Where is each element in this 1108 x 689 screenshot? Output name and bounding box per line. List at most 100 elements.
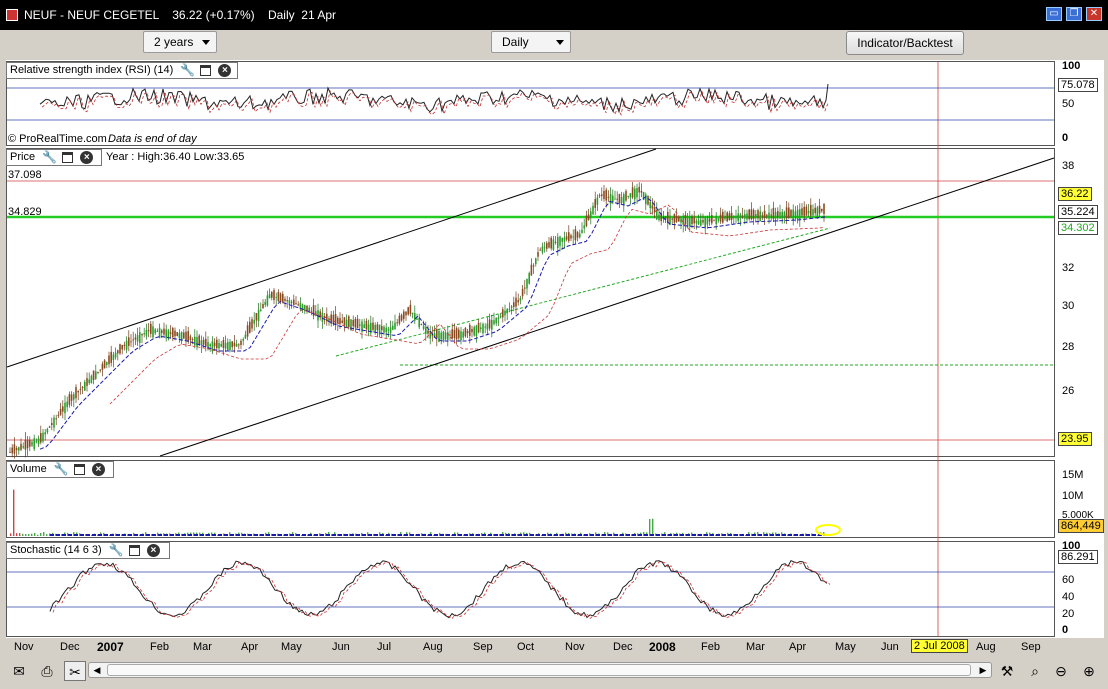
candle-body bbox=[559, 236, 561, 246]
candle-body bbox=[172, 327, 174, 338]
candle-body bbox=[750, 209, 753, 220]
candle-body bbox=[499, 315, 502, 318]
window-icon[interactable] bbox=[62, 151, 74, 163]
wrench-icon[interactable]: 🔧 bbox=[42, 150, 57, 164]
print-icon[interactable]: ⎙ bbox=[36, 661, 58, 681]
candle-body bbox=[693, 218, 695, 224]
candle-body bbox=[581, 229, 583, 234]
volume-bar bbox=[22, 533, 24, 536]
candle-body bbox=[673, 213, 676, 223]
candle-body bbox=[304, 305, 306, 311]
stochastic-k-line bbox=[49, 559, 828, 619]
candle-body bbox=[812, 209, 814, 216]
wrench-icon[interactable]: 🔧 bbox=[180, 63, 195, 77]
cut-icon[interactable]: ✂ bbox=[64, 661, 86, 681]
candle-body bbox=[497, 317, 500, 320]
volume-bar bbox=[40, 532, 42, 536]
candle-body bbox=[238, 344, 240, 346]
candle-body bbox=[147, 330, 150, 332]
candle-body bbox=[387, 329, 390, 331]
volume-bar bbox=[31, 533, 33, 536]
x-label: 2007 bbox=[97, 640, 124, 654]
candle-body bbox=[187, 331, 189, 342]
zoom-icon[interactable]: ⌕ bbox=[1024, 661, 1046, 681]
x-label: Jun bbox=[881, 641, 899, 653]
volume-bar bbox=[37, 534, 39, 536]
horizontal-scrollbar[interactable]: ◀ ▶ bbox=[88, 662, 992, 678]
scroll-left-icon[interactable]: ◀ bbox=[89, 663, 105, 677]
support-label: 34.829 bbox=[8, 206, 42, 218]
rsi-value-badge: 75.078 bbox=[1058, 78, 1098, 92]
close-icon[interactable]: × bbox=[218, 63, 232, 77]
candle-body bbox=[733, 216, 735, 218]
candle-body bbox=[491, 319, 493, 330]
candle-body bbox=[139, 332, 141, 343]
candle-body bbox=[196, 336, 198, 347]
candle-body bbox=[695, 220, 698, 224]
candle-body bbox=[473, 327, 475, 336]
candle-body bbox=[46, 428, 49, 433]
close-icon[interactable]: × bbox=[146, 543, 160, 557]
candle-body bbox=[394, 322, 396, 330]
close-icon[interactable]: × bbox=[91, 462, 105, 476]
candle-body bbox=[495, 317, 497, 324]
candle-body bbox=[768, 212, 770, 219]
candle-body bbox=[222, 339, 225, 349]
candle-body bbox=[191, 339, 194, 341]
candle-body bbox=[398, 315, 401, 324]
candle-body bbox=[508, 308, 511, 310]
chart-tools-icon[interactable]: ⚒ bbox=[996, 661, 1018, 681]
candle-body bbox=[359, 324, 361, 326]
candle-body bbox=[136, 335, 139, 342]
candle-body bbox=[229, 341, 231, 351]
candle-body bbox=[772, 207, 775, 219]
window-icon[interactable] bbox=[73, 463, 85, 475]
volume-bar bbox=[13, 489, 15, 536]
candle-body bbox=[121, 345, 123, 350]
x-label: Feb bbox=[701, 641, 720, 653]
candle-body bbox=[341, 320, 343, 323]
candle-body bbox=[623, 194, 625, 205]
candle-body bbox=[691, 216, 693, 225]
candle-body bbox=[645, 194, 647, 205]
candle-body bbox=[504, 310, 506, 316]
candle-body bbox=[95, 371, 97, 379]
candle-body bbox=[684, 215, 687, 224]
x-label: 2008 bbox=[649, 640, 676, 654]
candle-body bbox=[218, 342, 220, 349]
candle-body bbox=[68, 394, 71, 405]
wrench-icon[interactable]: 🔧 bbox=[54, 462, 69, 476]
zoom-in-icon[interactable]: ⊕ bbox=[1078, 661, 1100, 681]
candle-body bbox=[284, 298, 286, 301]
candle-body bbox=[739, 214, 742, 219]
wrench-icon[interactable]: 🔧 bbox=[109, 543, 124, 557]
candle-body bbox=[561, 237, 563, 242]
candle-body bbox=[352, 320, 354, 327]
candle-body bbox=[125, 340, 128, 350]
candle-body bbox=[88, 379, 90, 384]
x-label: Jun bbox=[332, 641, 350, 653]
candle-body bbox=[29, 439, 31, 447]
scroll-thumb[interactable] bbox=[107, 664, 971, 676]
window-icon[interactable] bbox=[128, 544, 140, 556]
candle-body bbox=[583, 225, 585, 229]
candle-body bbox=[717, 218, 720, 221]
candle-body bbox=[656, 209, 658, 220]
candle-body bbox=[354, 318, 357, 328]
candle-body bbox=[783, 212, 786, 218]
candle-body bbox=[541, 246, 544, 253]
candle-body bbox=[183, 332, 185, 339]
x-label: Apr bbox=[789, 641, 807, 653]
candle-body bbox=[75, 387, 77, 399]
scroll-right-icon[interactable]: ▶ bbox=[975, 663, 991, 677]
window-icon[interactable] bbox=[200, 64, 212, 76]
candle-body bbox=[385, 327, 387, 333]
zoom-out-icon[interactable]: ⊖ bbox=[1050, 661, 1072, 681]
candle-body bbox=[568, 232, 570, 242]
rsi-tick-100: 100 bbox=[1062, 60, 1081, 72]
close-icon[interactable]: × bbox=[80, 150, 94, 164]
candle-body bbox=[535, 258, 537, 265]
candle-body bbox=[11, 447, 13, 454]
mail-icon[interactable]: ✉ bbox=[8, 661, 30, 681]
price-tick-26: 26 bbox=[1062, 385, 1075, 397]
